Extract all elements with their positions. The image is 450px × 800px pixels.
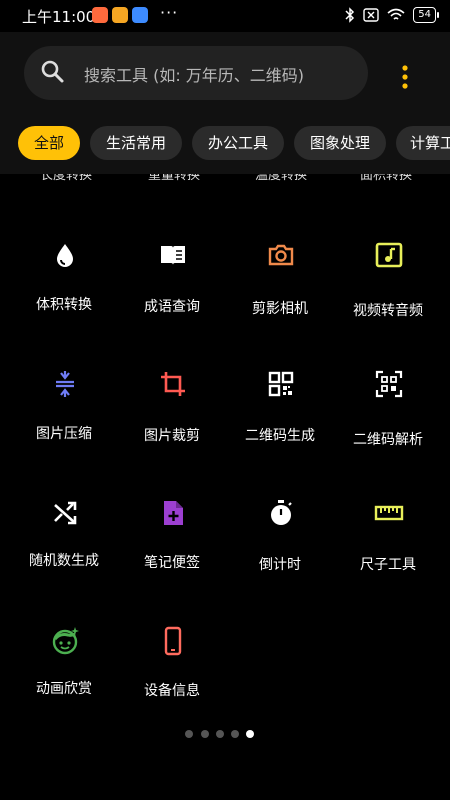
tool-label-cut[interactable]: 重量转换 <box>148 174 200 186</box>
tool-label-cut[interactable]: 长度转换 <box>40 174 92 186</box>
notification-app-icon <box>112 7 128 23</box>
tab-daily-life[interactable]: 生活常用 <box>90 126 182 160</box>
tool-label: 剪影相机 <box>252 301 308 317</box>
camera-icon <box>268 244 294 266</box>
more-vertical-icon[interactable] <box>398 64 412 92</box>
tool-qr-parse[interactable]: 二维码解析 <box>332 369 444 489</box>
phone-icon <box>164 626 182 656</box>
page-dot[interactable] <box>231 730 239 738</box>
tool-label: 随机数生成 <box>29 553 99 569</box>
tool-label: 笔记便签 <box>144 555 200 571</box>
compress-icon <box>56 371 74 397</box>
tool-notes[interactable]: 笔记便签 <box>116 498 228 618</box>
notification-app-icon <box>92 7 108 23</box>
tool-grid: 长度转换 重量转换 温度转换 面积转换 体积转换 成语查询 剪影相机 视频转音频… <box>0 174 450 754</box>
tool-countdown[interactable]: 倒计时 <box>224 498 336 618</box>
status-indicators: 54 <box>345 7 439 23</box>
tool-volume-conversion[interactable]: 体积转换 <box>8 240 120 360</box>
tool-random-number[interactable]: 随机数生成 <box>8 498 120 618</box>
search-input[interactable]: 搜索工具 (如: 万年历、二维码) <box>24 46 368 100</box>
search-icon <box>41 60 64 83</box>
page-indicator <box>0 730 450 740</box>
tool-image-crop[interactable]: 图片裁剪 <box>116 369 228 489</box>
timer-icon <box>271 500 292 525</box>
page-dot[interactable] <box>201 730 209 738</box>
tab-all[interactable]: 全部 <box>18 126 80 160</box>
tool-label-cut[interactable]: 温度转换 <box>255 174 307 186</box>
bluetooth-icon <box>345 7 355 23</box>
tool-label: 动画欣赏 <box>36 681 92 697</box>
no-sim-icon <box>363 8 379 22</box>
crop-icon <box>161 372 185 396</box>
ruler-icon <box>374 505 404 521</box>
tool-ruler[interactable]: 尺子工具 <box>332 498 444 618</box>
status-bar: 上午11:00 ··· 54 <box>0 0 450 32</box>
face-icon <box>52 627 79 655</box>
water-drop-icon <box>57 244 73 267</box>
tool-silhouette-camera[interactable]: 剪影相机 <box>224 240 336 360</box>
header: 搜索工具 (如: 万年历、二维码) <box>0 32 450 112</box>
tool-device-info[interactable]: 设备信息 <box>116 626 228 746</box>
book-icon <box>161 246 185 265</box>
wifi-icon <box>387 8 405 20</box>
music-note-icon <box>375 242 403 268</box>
more-notifications-icon: ··· <box>160 3 179 22</box>
tab-office-tools[interactable]: 办公工具 <box>192 126 284 160</box>
tool-label: 体积转换 <box>36 297 92 313</box>
qr-scan-icon <box>375 370 403 398</box>
category-tabs: 全部 生活常用 办公工具 图象处理 计算工 <box>0 112 450 174</box>
tab-calculation[interactable]: 计算工 <box>396 126 450 160</box>
tab-image-processing[interactable]: 图象处理 <box>294 126 386 160</box>
page-dot[interactable] <box>216 730 224 738</box>
qr-code-icon <box>268 371 294 397</box>
battery-indicator: 54 <box>413 7 439 23</box>
search-placeholder: 搜索工具 (如: 万年历、二维码) <box>84 66 305 85</box>
tool-label-cut[interactable]: 面积转换 <box>360 174 412 186</box>
notification-app-icon <box>132 7 148 23</box>
tool-qr-generate[interactable]: 二维码生成 <box>224 369 336 489</box>
tool-label: 设备信息 <box>144 683 200 699</box>
tool-animation[interactable]: 动画欣赏 <box>8 626 120 746</box>
tool-video-to-audio[interactable]: 视频转音频 <box>332 240 444 360</box>
tool-image-compress[interactable]: 图片压缩 <box>8 369 120 489</box>
tool-label: 二维码生成 <box>245 428 315 444</box>
tool-label: 倒计时 <box>259 557 301 573</box>
shuffle-icon <box>54 501 77 525</box>
page-dot-active[interactable] <box>246 730 254 738</box>
note-add-icon <box>164 501 183 525</box>
tool-label: 图片裁剪 <box>144 428 200 444</box>
page-dot[interactable] <box>185 730 193 738</box>
tool-label: 图片压缩 <box>36 426 92 442</box>
tool-label: 尺子工具 <box>360 557 416 573</box>
tool-label: 成语查询 <box>144 299 200 315</box>
status-time: 上午11:00 <box>22 8 96 26</box>
tool-label: 二维码解析 <box>353 432 423 448</box>
tool-label: 视频转音频 <box>353 303 423 319</box>
tool-idiom-lookup[interactable]: 成语查询 <box>116 240 228 360</box>
